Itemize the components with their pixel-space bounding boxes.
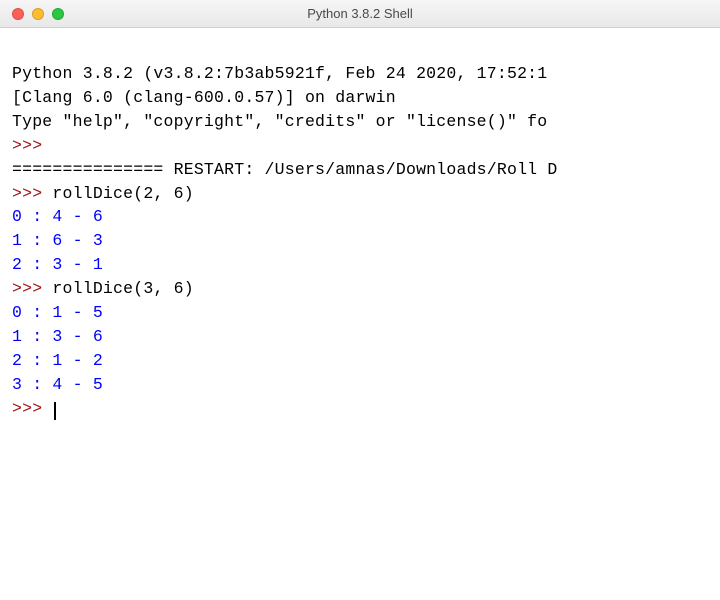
repl-output-line: 2 : 3 - 1 (12, 255, 103, 274)
repl-output-line: 0 : 1 - 5 (12, 303, 103, 322)
repl-output-line: 1 : 6 - 3 (12, 231, 103, 250)
prompt: >>> (12, 184, 42, 203)
banner-line: Python 3.8.2 (v3.8.2:7b3ab5921f, Feb 24 … (12, 64, 547, 83)
window-controls (0, 8, 64, 20)
titlebar: Python 3.8.2 Shell (0, 0, 720, 28)
repl-output-line: 3 : 4 - 5 (12, 375, 103, 394)
close-icon[interactable] (12, 8, 24, 20)
prompt: >>> (12, 399, 42, 418)
prompt: >>> (12, 279, 42, 298)
repl-input: rollDice(3, 6) (52, 279, 193, 298)
repl-output-line: 1 : 3 - 6 (12, 327, 103, 346)
maximize-icon[interactable] (52, 8, 64, 20)
banner-line: Type "help", "copyright", "credits" or "… (12, 112, 547, 131)
banner-line: [Clang 6.0 (clang-600.0.57)] on darwin (12, 88, 396, 107)
cursor (54, 402, 56, 420)
restart-line: =============== RESTART: /Users/amnas/Do… (12, 160, 558, 179)
minimize-icon[interactable] (32, 8, 44, 20)
prompt: >>> (12, 136, 42, 155)
shell-output[interactable]: Python 3.8.2 (v3.8.2:7b3ab5921f, Feb 24 … (0, 28, 720, 433)
repl-output-line: 0 : 4 - 6 (12, 207, 103, 226)
repl-output-line: 2 : 1 - 2 (12, 351, 103, 370)
window-title: Python 3.8.2 Shell (0, 6, 720, 21)
repl-input: rollDice(2, 6) (52, 184, 193, 203)
